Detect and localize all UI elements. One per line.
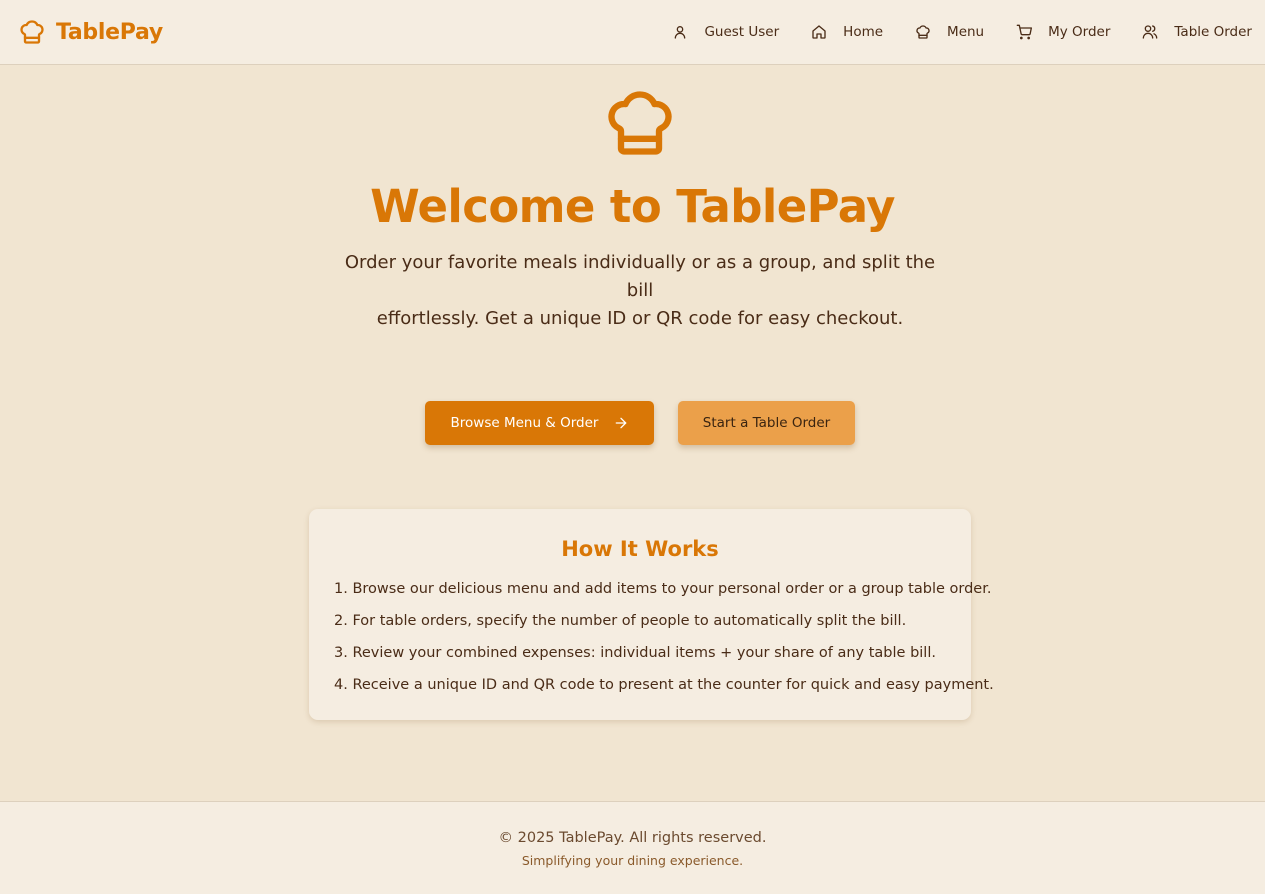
browse-menu-button[interactable]: Browse Menu & Order	[425, 401, 654, 445]
list-item: 4. Receive a unique ID and QR code to pr…	[334, 677, 994, 693]
nav-guest-user[interactable]: Guest User	[672, 24, 779, 40]
list-item: 2. For table orders, specify the number …	[334, 613, 907, 629]
nav-home-label: Home	[843, 24, 884, 40]
page-footer: © 2025 TablePay. All rights reserved. Si…	[0, 801, 1265, 894]
nav-my-order-label: My Order	[1048, 24, 1111, 40]
copyright-text: © 2025 TablePay. All rights reserved.	[498, 830, 767, 846]
how-it-works-title: How It Works	[561, 537, 719, 561]
page-title: Welcome to TablePay	[370, 180, 895, 233]
main-nav: Guest User Home Menu My Order Table Orde…	[672, 24, 1252, 40]
home-icon	[811, 24, 827, 40]
nav-table-order-label: Table Order	[1174, 24, 1252, 40]
arrow-right-icon	[613, 415, 629, 431]
browse-menu-button-label: Browse Menu & Order	[450, 415, 599, 431]
nav-guest-user-label: Guest User	[704, 24, 780, 40]
nav-my-order[interactable]: My Order	[1016, 24, 1110, 40]
top-navbar: TablePay Guest User Home Menu My Order T…	[0, 0, 1265, 65]
brand-name: TablePay	[56, 19, 163, 45]
cart-icon	[1016, 24, 1033, 40]
chef-hat-icon	[602, 85, 678, 161]
users-icon	[1142, 24, 1158, 40]
hero-subtitle-line-2: effortlessly. Get a unique ID or QR code…	[376, 308, 904, 329]
hero-subtitle-line-1: Order your favorite meals individually o…	[344, 252, 936, 301]
nav-table-order[interactable]: Table Order	[1142, 24, 1252, 40]
start-table-order-button[interactable]: Start a Table Order	[678, 401, 855, 445]
hero-subtitle: Order your favorite meals individually o…	[332, 249, 948, 333]
brand-logo-link[interactable]: TablePay	[18, 18, 163, 46]
user-icon	[672, 24, 688, 40]
nav-menu-label: Menu	[947, 24, 985, 40]
how-it-works-card: How It Works 1. Browse our delicious men…	[309, 509, 994, 720]
list-item: 3. Review your combined expenses: indivi…	[334, 645, 936, 661]
nav-home[interactable]: Home	[811, 24, 883, 40]
chef-hat-icon	[915, 24, 931, 40]
chef-hat-icon	[18, 18, 46, 46]
how-it-works-steps: 1. Browse our delicious menu and add ite…	[334, 579, 994, 707]
start-table-order-button-label: Start a Table Order	[702, 415, 831, 431]
nav-menu[interactable]: Menu	[915, 24, 984, 40]
list-item: 1. Browse our delicious menu and add ite…	[334, 581, 992, 597]
footer-tagline: Simplifying your dining experience.	[521, 853, 744, 868]
